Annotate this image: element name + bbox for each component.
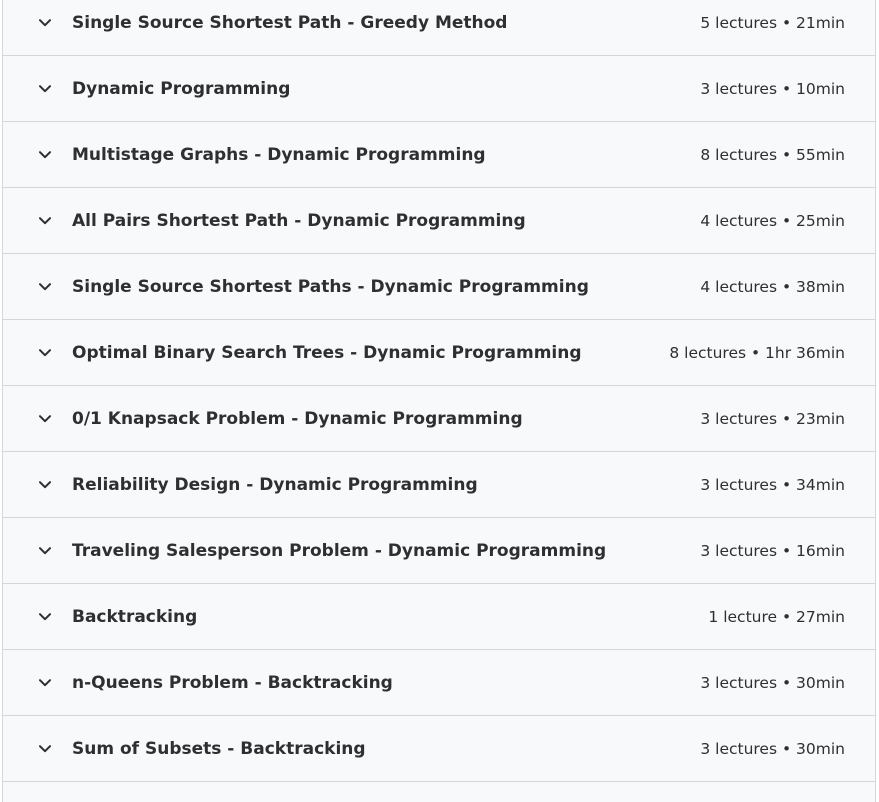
section-meta: 4 lectures • 38min <box>700 277 845 296</box>
section-meta: 3 lectures • 30min <box>700 739 845 758</box>
section-meta: 8 lectures • 55min <box>700 145 845 164</box>
section-meta: 8 lectures • 1hr 36min <box>669 343 845 362</box>
section-title: Multistage Graphs - Dynamic Programming <box>72 144 486 165</box>
section-meta: 3 lectures • 10min <box>700 79 845 98</box>
chevron-down-icon[interactable] <box>38 148 52 162</box>
chevron-down-icon[interactable] <box>38 412 52 426</box>
section-header[interactable]: Sum of Subsets - Backtracking 3 lectures… <box>3 716 875 782</box>
section-meta: 3 lectures • 23min <box>700 409 845 428</box>
section-title: Dynamic Programming <box>72 78 291 99</box>
section-header[interactable]: Single Source Shortest Path - Greedy Met… <box>3 0 875 56</box>
section-title: 0/1 Knapsack Problem - Dynamic Programmi… <box>72 408 523 429</box>
chevron-down-icon[interactable] <box>38 544 52 558</box>
section-title: All Pairs Shortest Path - Dynamic Progra… <box>72 210 526 231</box>
chevron-down-icon[interactable] <box>38 610 52 624</box>
section-header[interactable]: Traveling Salesperson Problem - Dynamic … <box>3 518 875 584</box>
section-meta: 3 lectures • 30min <box>700 673 845 692</box>
chevron-down-icon[interactable] <box>38 82 52 96</box>
chevron-down-icon[interactable] <box>38 280 52 294</box>
section-header[interactable]: 0/1 Knapsack Problem - Dynamic Programmi… <box>3 386 875 452</box>
section-title: Sum of Subsets - Backtracking <box>72 738 366 759</box>
section-meta: 3 lectures • 16min <box>700 541 845 560</box>
section-title: Backtracking <box>72 606 198 627</box>
section-meta: 4 lectures • 25min <box>700 211 845 230</box>
section-title: Optimal Binary Search Trees - Dynamic Pr… <box>72 342 582 363</box>
section-header[interactable]: Multistage Graphs - Dynamic Programming … <box>3 122 875 188</box>
next-section-partial <box>3 782 875 802</box>
section-header[interactable]: All Pairs Shortest Path - Dynamic Progra… <box>3 188 875 254</box>
chevron-down-icon[interactable] <box>38 16 52 30</box>
section-header[interactable]: Backtracking 1 lecture • 27min <box>3 584 875 650</box>
section-title: n-Queens Problem - Backtracking <box>72 672 393 693</box>
section-title: Single Source Shortest Path - Greedy Met… <box>72 12 508 33</box>
section-meta: 3 lectures • 34min <box>700 475 845 494</box>
section-header[interactable]: Reliability Design - Dynamic Programming… <box>3 452 875 518</box>
section-meta: 5 lectures • 21min <box>700 13 845 32</box>
section-header[interactable]: n-Queens Problem - Backtracking 3 lectur… <box>3 650 875 716</box>
chevron-down-icon[interactable] <box>38 676 52 690</box>
section-title: Single Source Shortest Paths - Dynamic P… <box>72 276 589 297</box>
course-curriculum: Single Source Shortest Path - Greedy Met… <box>2 0 876 802</box>
chevron-down-icon[interactable] <box>38 346 52 360</box>
section-header[interactable]: Single Source Shortest Paths - Dynamic P… <box>3 254 875 320</box>
section-meta: 1 lecture • 27min <box>708 607 845 626</box>
chevron-down-icon[interactable] <box>38 742 52 756</box>
chevron-down-icon[interactable] <box>38 478 52 492</box>
section-header[interactable]: Optimal Binary Search Trees - Dynamic Pr… <box>3 320 875 386</box>
section-title: Reliability Design - Dynamic Programming <box>72 474 478 495</box>
section-header[interactable]: Dynamic Programming 3 lectures • 10min <box>3 56 875 122</box>
section-title: Traveling Salesperson Problem - Dynamic … <box>72 540 607 561</box>
chevron-down-icon[interactable] <box>38 214 52 228</box>
